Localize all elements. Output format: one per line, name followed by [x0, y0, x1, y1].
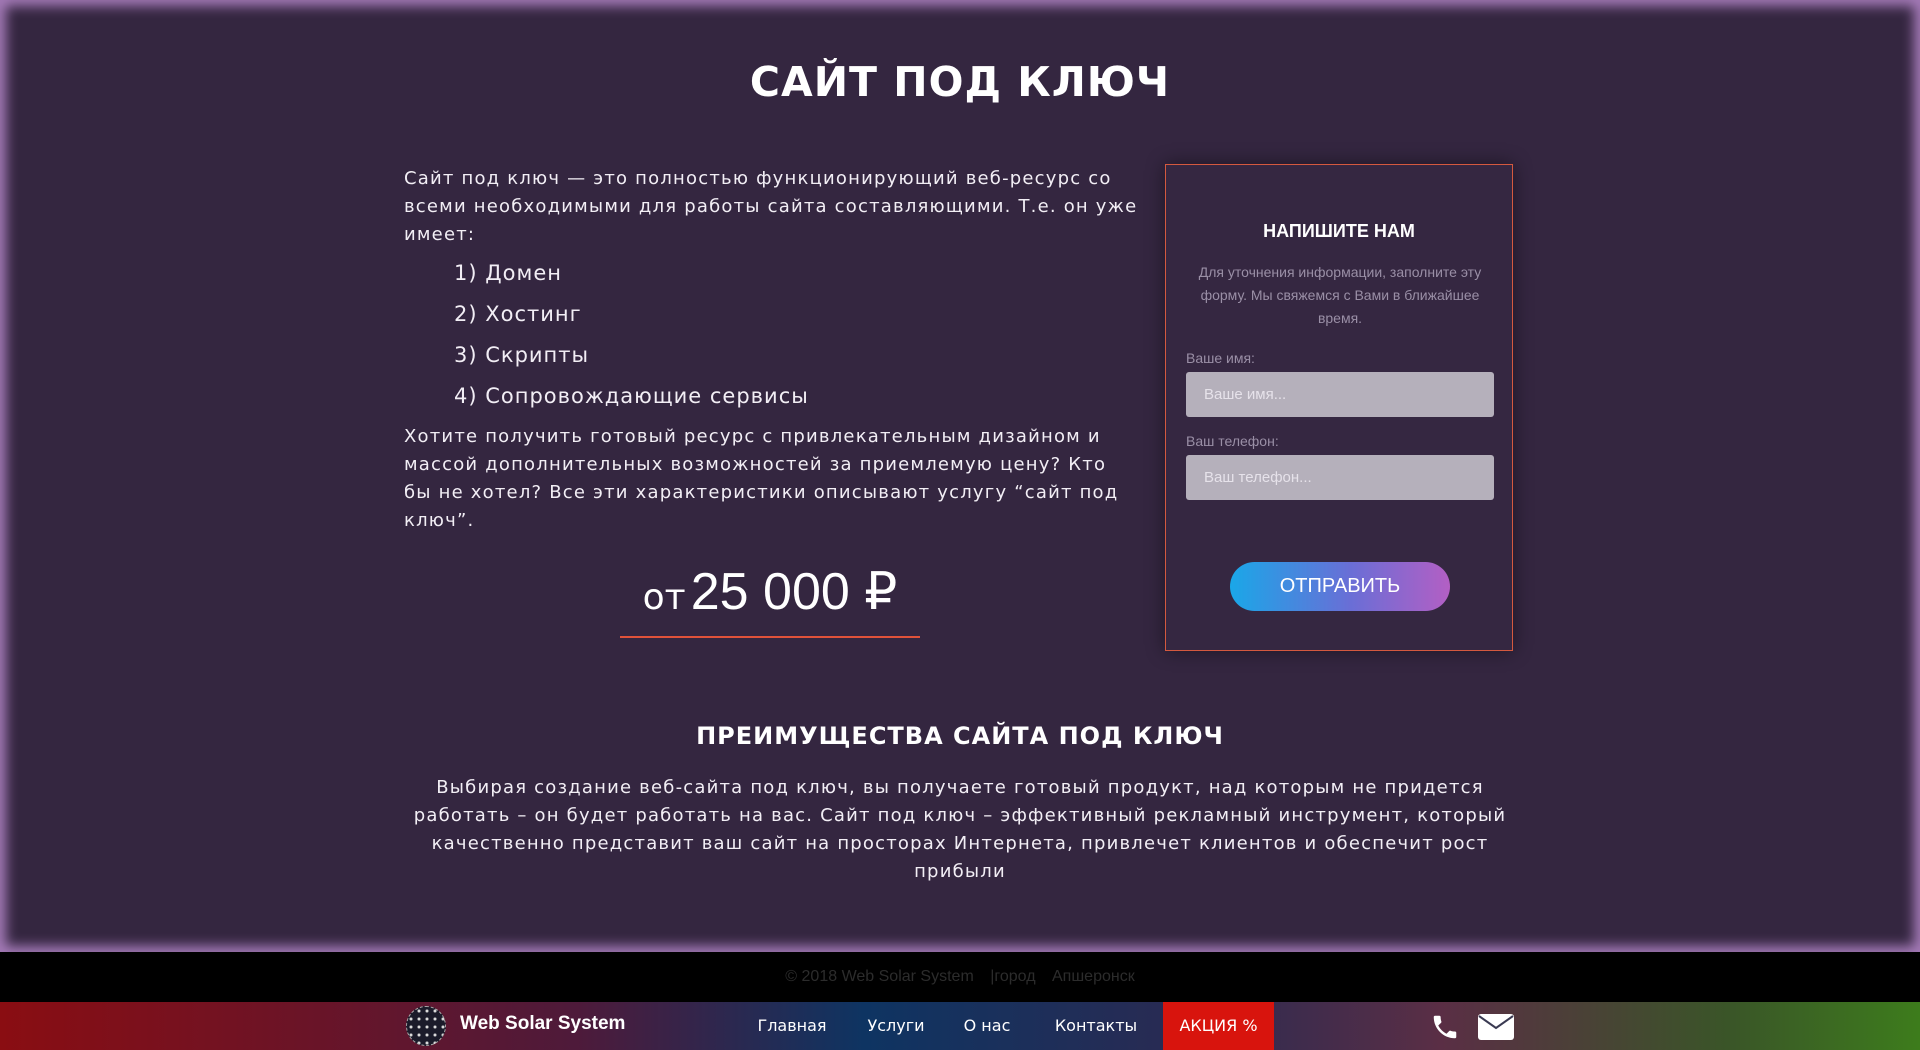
- phone-icon[interactable]: [1430, 1012, 1460, 1046]
- form-description: Для уточнения информации, заполните эту …: [1198, 264, 1482, 326]
- advantages-title: ПРЕИМУЩЕСТВА САЙТА ПОД КЛЮЧ: [696, 722, 1224, 750]
- nav-item-about[interactable]: О нас: [952, 1002, 1022, 1050]
- main-section: САЙТ ПОД КЛЮЧ Сайт под ключ — это полнос…: [0, 0, 1920, 952]
- solar-system-logo-icon[interactable]: [406, 1006, 446, 1046]
- city-label: |город: [990, 968, 1036, 985]
- price-tag: от 25 000 ₽: [620, 562, 920, 638]
- price-value: 25 000 ₽: [690, 563, 898, 621]
- contact-form: НАПИШИТЕ НАМ Для уточнения информации, з…: [1165, 164, 1513, 651]
- brand-name[interactable]: Web Solar System: [460, 1013, 625, 1035]
- feature-item-hosting: 2) Хостинг: [454, 302, 582, 326]
- feature-item-domain: 1) Домен: [454, 261, 562, 285]
- phone-label: Ваш телефон:: [1186, 433, 1279, 449]
- intro-block: Сайт под ключ — это полностью функционир…: [404, 165, 1139, 535]
- feature-list: 1) Домен 2) Хостинг 3) Скрипты 4) Сопров…: [404, 253, 1139, 417]
- intro-text: Сайт под ключ — это полностью функционир…: [404, 168, 1138, 245]
- bottom-navbar: Web Solar System Главная Услуги О нас Ко…: [0, 1002, 1920, 1050]
- feature-item-scripts: 3) Скрипты: [454, 343, 590, 367]
- feature-item-services: 4) Сопровождающие сервисы: [454, 384, 809, 408]
- nav-item-contacts[interactable]: Контакты: [1040, 1002, 1152, 1050]
- price-prefix: от: [642, 577, 686, 618]
- page-title: САЙТ ПОД КЛЮЧ: [749, 58, 1171, 106]
- name-input[interactable]: [1186, 372, 1494, 417]
- nav-item-services[interactable]: Услуги: [858, 1002, 934, 1050]
- city-name[interactable]: Апшеронск: [1052, 968, 1135, 985]
- envelope-icon[interactable]: [1478, 1014, 1514, 1044]
- outro-text: Хотите получить готовый ресурс с привлек…: [404, 426, 1119, 531]
- copyright-bar: © 2018 Web Solar System |город Апшеронск: [0, 968, 1920, 986]
- nav-item-promo[interactable]: АКЦИЯ %: [1163, 1002, 1274, 1050]
- copyright-text: © 2018 Web Solar System: [785, 968, 974, 985]
- nav-item-home[interactable]: Главная: [744, 1002, 840, 1050]
- phone-input[interactable]: [1186, 455, 1494, 500]
- name-label: Ваше имя:: [1186, 350, 1255, 366]
- submit-button[interactable]: ОТПРАВИТЬ: [1230, 562, 1450, 611]
- form-title: НАПИШИТЕ НАМ: [1263, 221, 1415, 241]
- advantages-text: Выбирая создание веб-сайта под ключ, вы …: [413, 777, 1507, 882]
